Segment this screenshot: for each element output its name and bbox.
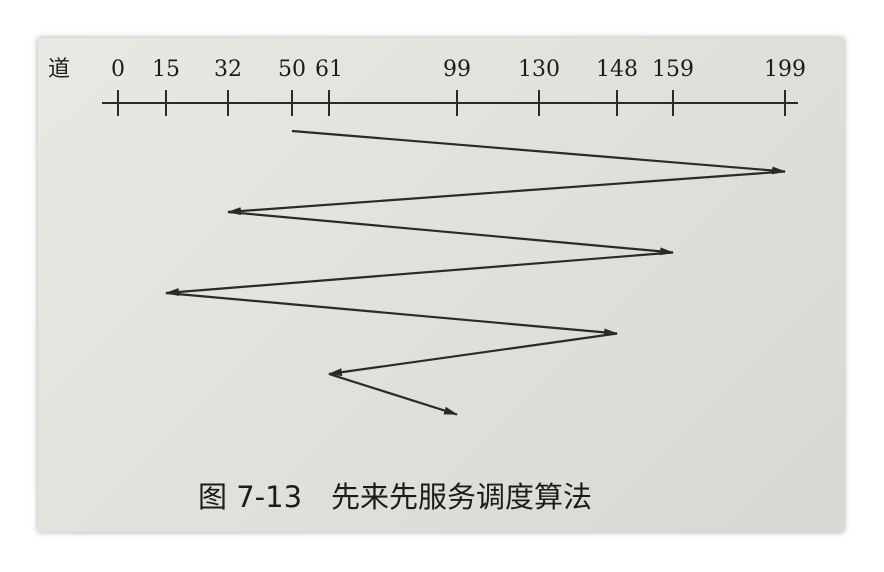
axis-tick-label-61: 61 xyxy=(315,57,343,82)
seek-move-148-to-61 xyxy=(328,332,618,377)
axis-tick-label-32: 32 xyxy=(214,57,242,82)
axis-tick-label-159: 159 xyxy=(652,57,694,82)
seek-move-50-to-199 xyxy=(291,129,786,175)
axis-tick-label-99: 99 xyxy=(443,57,471,82)
seek-path xyxy=(165,129,786,416)
fcfs-disk-scheduling-diagram: 道 0 15 32 50 61 99 130 148 159 199 图 7-13 先来先服务调度… xyxy=(48,57,806,514)
seek-move-159-to-15 xyxy=(165,251,674,296)
axis-tick-label-0: 0 xyxy=(111,57,125,82)
seek-move-15-to-148 xyxy=(165,291,618,337)
seek-move-32-to-159 xyxy=(227,210,674,256)
axis-tick-label-15: 15 xyxy=(152,57,180,82)
seek-move-61-to-99 xyxy=(328,372,458,416)
axis-tick-label-50: 50 xyxy=(278,57,306,82)
axis-tick-label-199: 199 xyxy=(764,57,806,82)
axis-tick-label-148: 148 xyxy=(596,57,638,82)
screenshot-frame: 道 0 15 32 50 61 99 130 148 159 199 图 7-13 先来先服务调度… xyxy=(0,0,884,572)
axis-ticks: 0 15 32 50 61 99 130 148 159 199 xyxy=(111,57,806,116)
track-axis-label: 道 xyxy=(48,57,70,82)
book-page-photo: 道 0 15 32 50 61 99 130 148 159 199 图 7-13 先来先服务调度… xyxy=(38,38,844,532)
seek-move-199-to-32 xyxy=(227,170,786,216)
axis-tick-label-130: 130 xyxy=(518,57,560,82)
figure-caption: 图 7-13 先来先服务调度算法 xyxy=(198,480,592,514)
